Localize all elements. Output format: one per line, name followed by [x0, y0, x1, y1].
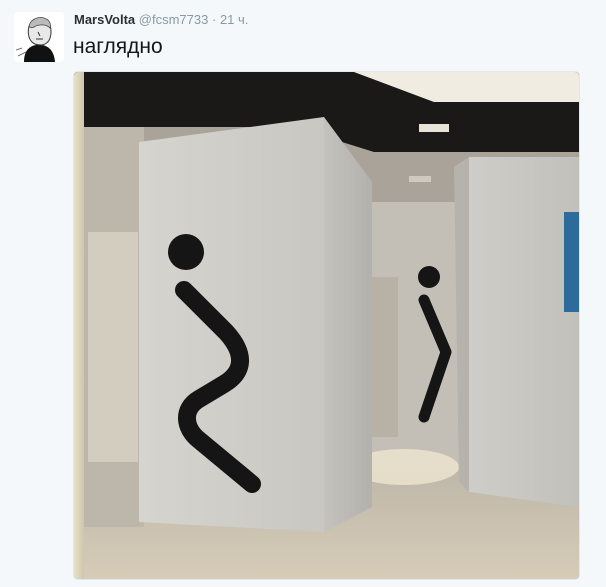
display-name[interactable]: MarsVolta	[74, 12, 135, 27]
tweet-media-photo[interactable]	[73, 71, 580, 580]
user-avatar[interactable]	[14, 12, 64, 62]
tweet-text: наглядно	[73, 35, 163, 58]
avatar-sketch-icon	[14, 12, 64, 62]
separator-dot: ·	[211, 12, 217, 27]
tweet-card: MarsVolta @fcsm7733 · 21 ч. наглядно	[0, 0, 606, 587]
restroom-signs-image	[74, 72, 579, 579]
user-handle[interactable]: @fcsm7733	[139, 12, 209, 27]
tweet-timestamp[interactable]: 21 ч.	[220, 12, 248, 27]
tweet-header: MarsVolta @fcsm7733 · 21 ч.	[74, 12, 248, 28]
